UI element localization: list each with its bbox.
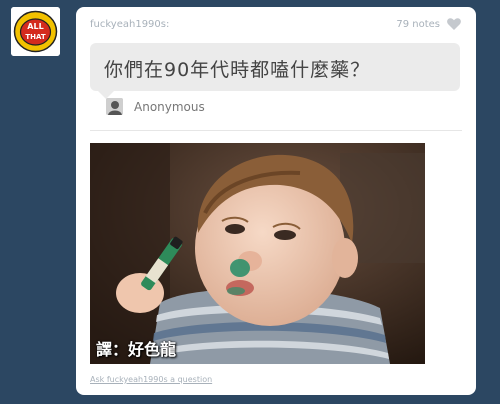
question-text: 你們在90年代時都嗑什麼藥？ bbox=[104, 59, 371, 81]
asker-name: Anonymous bbox=[134, 100, 205, 114]
photo-caption: 譯：好色龍 bbox=[96, 340, 177, 359]
avatar-text-line2: THAT bbox=[25, 33, 46, 41]
avatar-text-line1: ALL bbox=[27, 22, 43, 31]
all-that-logo-icon: ALL THAT bbox=[11, 7, 60, 56]
question-bubble: 你們在90年代時都嗑什麼藥？ bbox=[90, 43, 460, 91]
blog-avatar[interactable]: ALL THAT bbox=[11, 7, 60, 56]
post-card: fuckyeah1990s: 79 notes 你們在90年代時都嗑什麼藥？ A… bbox=[76, 7, 476, 395]
anonymous-avatar-icon bbox=[106, 98, 123, 115]
notes-count[interactable]: 79 notes bbox=[396, 19, 440, 30]
heart-icon[interactable] bbox=[446, 16, 462, 32]
divider bbox=[90, 130, 462, 131]
post-photo: 譯：好色龍 bbox=[90, 143, 425, 364]
ask-question-link[interactable]: Ask fuckyeah1990s a question bbox=[90, 375, 212, 384]
post-username[interactable]: fuckyeah1990s: bbox=[90, 19, 169, 30]
child-with-marker-photo bbox=[90, 143, 425, 364]
